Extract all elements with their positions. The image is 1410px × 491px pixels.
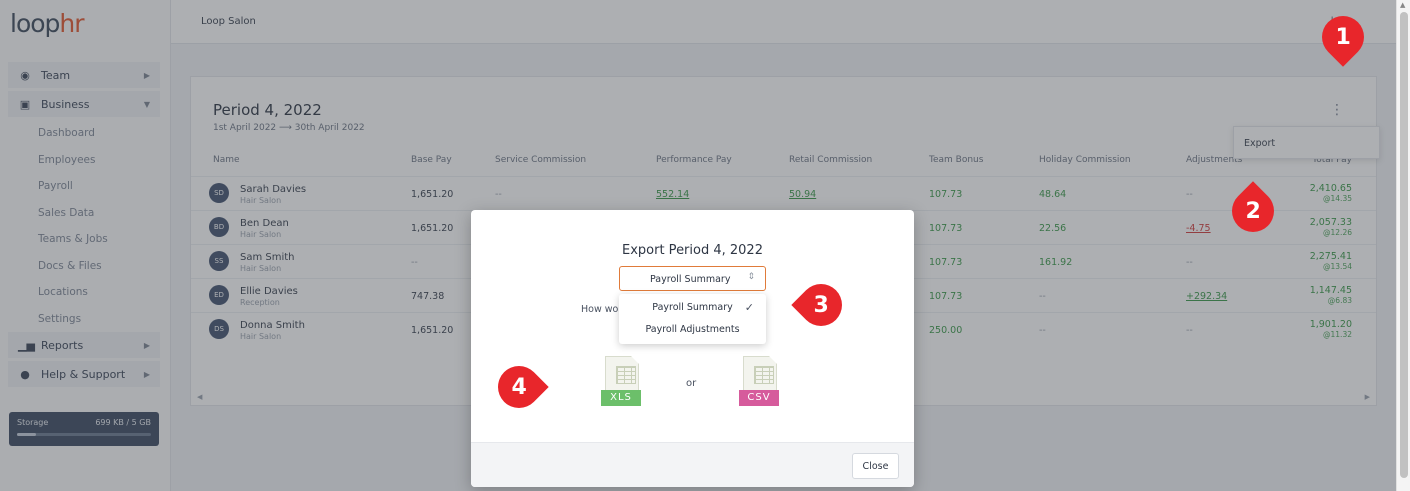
callout-number: 3 xyxy=(813,292,829,318)
callout-number: 4 xyxy=(511,374,527,400)
scrollbar-thumb[interactable] xyxy=(1400,12,1408,478)
select-arrows-icon: ⇕ xyxy=(747,272,755,282)
scroll-up-icon[interactable]: ▲ xyxy=(1400,1,1405,9)
close-button[interactable]: Close xyxy=(852,453,899,479)
modal-title: Export Period 4, 2022 xyxy=(622,243,763,258)
csv-label: CSV xyxy=(739,390,779,406)
export-question: How wou xyxy=(581,304,625,315)
selected-report-type: Payroll Summary xyxy=(650,274,731,285)
xls-label: XLS xyxy=(601,390,641,406)
export-modal: Export Period 4, 2022 How wou Payroll Su… xyxy=(471,210,914,487)
callout-number: 2 xyxy=(1245,198,1261,224)
spreadsheet-file-icon xyxy=(605,356,639,394)
callout-number: 1 xyxy=(1335,24,1351,50)
page-scrollbar[interactable]: ▲ xyxy=(1396,0,1410,491)
spreadsheet-file-icon xyxy=(743,356,777,394)
csv-export-button[interactable]: CSV xyxy=(739,356,779,408)
checkmark-icon: ✓ xyxy=(744,301,754,314)
option-label: Payroll Adjustments xyxy=(645,324,740,335)
report-type-options: Payroll Summary ✓ Payroll Adjustments xyxy=(619,294,766,344)
or-label: or xyxy=(686,378,697,389)
option-payroll-summary[interactable]: Payroll Summary ✓ xyxy=(619,297,766,319)
option-payroll-adjustments[interactable]: Payroll Adjustments xyxy=(619,319,766,341)
report-type-select[interactable]: Payroll Summary ⇕ xyxy=(619,266,766,291)
modal-footer: Close xyxy=(471,442,914,487)
xls-export-button[interactable]: XLS xyxy=(601,356,641,408)
option-label: Payroll Summary xyxy=(652,302,733,313)
